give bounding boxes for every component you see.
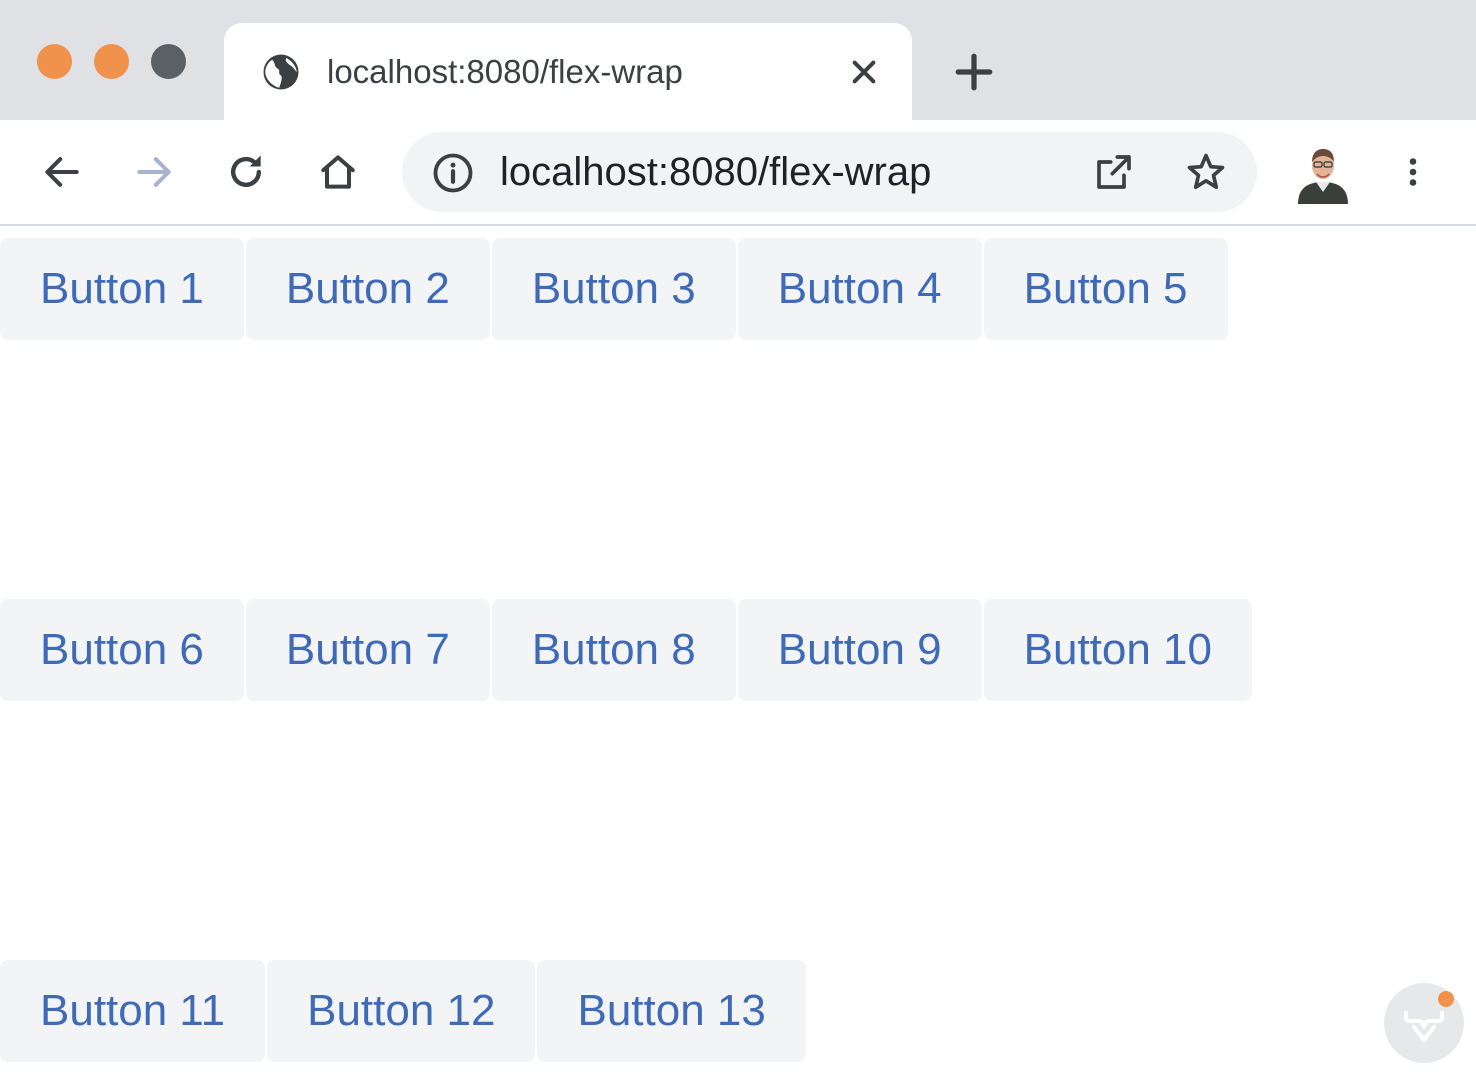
browser-toolbar: localhost:8080/flex-wrap xyxy=(0,120,1476,226)
button-6[interactable]: Button 6 xyxy=(0,599,244,701)
notification-dot xyxy=(1438,991,1454,1007)
window-minimize-dot[interactable] xyxy=(94,44,129,79)
forward-icon[interactable] xyxy=(132,150,176,194)
button-row-3: Button 11 Button 12 Button 13 xyxy=(0,960,808,1062)
button-row-2: Button 6 Button 7 Button 8 Button 9 Butt… xyxy=(0,599,1254,701)
close-icon[interactable] xyxy=(848,56,880,88)
new-tab-icon[interactable] xyxy=(953,51,995,93)
button-10[interactable]: Button 10 xyxy=(983,599,1252,701)
button-3[interactable]: Button 3 xyxy=(491,238,736,340)
avatar[interactable] xyxy=(1296,142,1350,204)
button-2[interactable]: Button 2 xyxy=(245,238,490,340)
window-close-dot[interactable] xyxy=(37,44,72,79)
window-zoom-dot[interactable] xyxy=(151,44,186,79)
globe-icon xyxy=(263,54,299,90)
more-vert-icon[interactable] xyxy=(1395,150,1431,194)
button-13[interactable]: Button 13 xyxy=(537,960,806,1062)
tab-strip: localhost:8080/flex-wrap xyxy=(0,0,1476,120)
button-9[interactable]: Button 9 xyxy=(737,599,982,701)
browser-tab[interactable]: localhost:8080/flex-wrap xyxy=(224,23,912,120)
info-icon[interactable] xyxy=(432,152,474,194)
dev-tools-badge[interactable] xyxy=(1384,983,1464,1063)
button-12[interactable]: Button 12 xyxy=(267,960,536,1062)
tab-title: localhost:8080/flex-wrap xyxy=(327,53,683,90)
url-text[interactable]: localhost:8080/flex-wrap xyxy=(500,150,931,194)
address-bar[interactable]: localhost:8080/flex-wrap xyxy=(402,132,1257,212)
back-icon[interactable] xyxy=(40,150,84,194)
button-7[interactable]: Button 7 xyxy=(245,599,490,701)
button-4[interactable]: Button 4 xyxy=(737,238,982,340)
star-icon[interactable] xyxy=(1184,150,1228,194)
button-11[interactable]: Button 11 xyxy=(0,960,266,1062)
reload-icon[interactable] xyxy=(224,150,268,194)
button-5[interactable]: Button 5 xyxy=(983,238,1228,340)
home-icon[interactable] xyxy=(316,150,360,194)
button-row-1: Button 1 Button 2 Button 3 Button 4 Butt… xyxy=(0,238,1230,340)
vaadin-logo-icon xyxy=(1404,1011,1444,1042)
button-1[interactable]: Button 1 xyxy=(0,238,244,340)
button-8[interactable]: Button 8 xyxy=(491,599,736,701)
page-content: Button 1 Button 2 Button 3 Button 4 Butt… xyxy=(0,226,1476,1075)
open-in-new-icon[interactable] xyxy=(1094,152,1134,192)
